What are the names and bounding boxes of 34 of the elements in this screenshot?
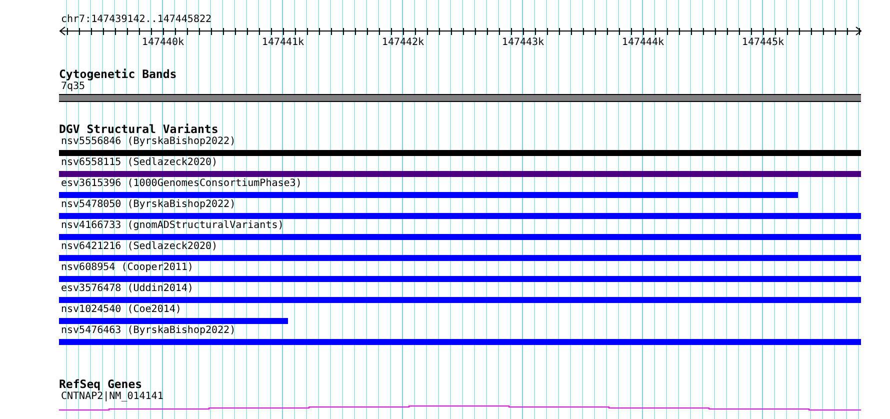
ruler-tick-label: 147441k bbox=[262, 37, 304, 48]
variant-label: nsv6558115 (Sedlazeck2020) bbox=[60, 157, 218, 169]
variant-label: nsv5476463 (ByrskaBishop2022) bbox=[60, 325, 236, 337]
ruler-tick-label: 147444k bbox=[622, 37, 664, 48]
location-label: chr7:147439142..147445822 bbox=[60, 14, 212, 26]
band-label: 7q35 bbox=[60, 81, 86, 93]
variant-label: esv3615396 (1000GenomesConsortiumPhase3) bbox=[60, 178, 302, 190]
ruler-tick-label: 147440k bbox=[142, 37, 184, 48]
variant-label: nsv6421216 (Sedlazeck2020) bbox=[60, 241, 218, 253]
ruler-tick-label: 147443k bbox=[502, 37, 544, 48]
ruler-tick-label: 147442k bbox=[382, 37, 424, 48]
variant-label: nsv4166733 (gnomADStructuralVariants) bbox=[60, 220, 284, 232]
track-title: Cytogenetic Bands bbox=[59, 68, 177, 81]
band-bar[interactable] bbox=[59, 94, 861, 102]
gene-intron-line[interactable] bbox=[59, 406, 862, 410]
variant-label: nsv1024540 (Coe2014) bbox=[60, 304, 182, 316]
variant-bar[interactable] bbox=[59, 192, 798, 198]
variant-bar[interactable] bbox=[59, 276, 861, 282]
variant-bar[interactable] bbox=[59, 297, 861, 303]
variant-bar[interactable] bbox=[59, 150, 861, 156]
variant-label: esv3576478 (Uddin2014) bbox=[60, 283, 194, 295]
variant-bar[interactable] bbox=[59, 213, 861, 219]
variant-bar[interactable] bbox=[59, 339, 861, 345]
variant-label: nsv5556846 (ByrskaBishop2022) bbox=[60, 136, 236, 148]
variant-bar[interactable] bbox=[59, 234, 861, 240]
variant-bar[interactable] bbox=[59, 255, 861, 261]
variant-label: nsv5478050 (ByrskaBishop2022) bbox=[60, 199, 236, 211]
gene-label: CNTNAP2|NM_014141 bbox=[60, 391, 164, 403]
variant-bar[interactable] bbox=[59, 318, 288, 324]
track-title: DGV Structural Variants bbox=[59, 123, 218, 136]
variant-bar[interactable] bbox=[59, 171, 861, 177]
ruler-tick-label: 147445k bbox=[742, 37, 784, 48]
track-title: RefSeq Genes bbox=[59, 378, 142, 391]
variant-label: nsv608954 (Cooper2011) bbox=[60, 262, 194, 274]
